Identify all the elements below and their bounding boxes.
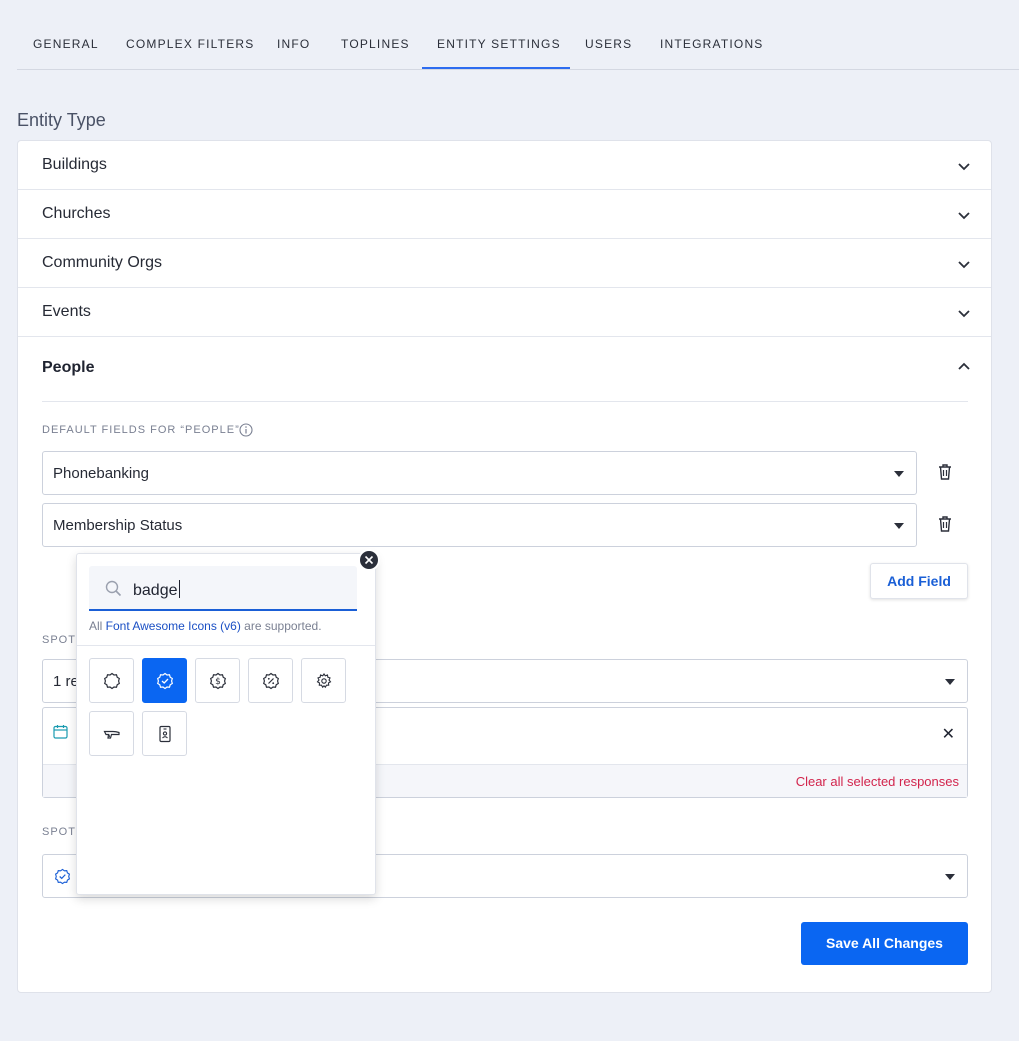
text-cursor [178,580,180,598]
clear-all-responses-link[interactable]: Clear all selected responses [796,774,959,789]
hint-prefix: All [89,619,106,633]
accordion-label: Buildings [42,156,107,173]
caret-down-icon [894,523,904,529]
trash-icon[interactable] [937,515,953,533]
default-fields-label: DEFAULT FIELDS FOR “PEOPLE” [42,424,240,436]
accordion-row-community-orgs[interactable]: Community Orgs [18,239,991,288]
accordion-header-people[interactable]: People [42,359,94,377]
tab-general[interactable]: GENERAL [33,37,99,51]
badge-check-icon [157,672,173,690]
accordion-row-churches[interactable]: Churches [18,190,991,239]
close-popover-button[interactable] [358,549,380,571]
hint-suffix: are supported. [240,619,322,633]
tab-toplines[interactable]: TOPLINES [341,37,410,51]
icon-option-badge-dollar[interactable]: $ [195,658,240,703]
default-field-select-2[interactable]: Membership Status [42,503,917,547]
id-badge-icon [159,725,171,743]
search-value: badge [133,582,178,599]
svg-text:$: $ [215,677,221,687]
icon-option-badge-gear[interactable] [301,658,346,703]
info-icon[interactable] [239,423,253,437]
hand-holding-icon [103,730,120,739]
gear-icon [316,673,332,689]
accordion-label: Events [42,303,91,320]
font-awesome-link[interactable]: Font Awesome Icons (v6) [106,619,241,633]
accordion-label: Churches [42,205,111,222]
certificate-icon [104,672,120,690]
default-field-select-1[interactable]: Phonebanking [42,451,917,495]
select-value: Phonebanking [53,465,149,482]
accordion-row-events[interactable]: Events [18,288,991,337]
chevron-down-icon [958,212,970,220]
chevron-down-icon [958,163,970,171]
tab-integrations[interactable]: INTEGRATIONS [660,37,764,51]
section-title: Entity Type [17,110,106,130]
icon-support-hint: All Font Awesome Icons (v6) are supporte… [89,619,322,633]
active-tab-indicator [422,67,570,69]
save-all-changes-button[interactable]: Save All Changes [801,922,968,965]
icon-option-badge-check[interactable] [142,658,187,703]
badge-dollar-icon: $ [210,672,226,690]
close-icon[interactable]: ✕ [942,724,955,744]
icon-option-hand-holding[interactable] [89,711,134,756]
tab-entity-settings[interactable]: ENTITY SETTINGS [437,37,561,51]
tab-users[interactable]: USERS [585,37,632,51]
accordion-label: Community Orgs [42,254,163,271]
divider [42,401,968,402]
close-icon [364,555,374,565]
tab-info[interactable]: INFO [277,37,310,51]
select-value: 1 re [53,673,79,690]
badge-percent-icon [263,672,279,690]
caret-down-icon [945,679,955,685]
icon-option-badge-percent[interactable] [248,658,293,703]
icon-option-id-badge[interactable] [142,711,187,756]
spotlight-label: SPOTI [42,826,81,838]
spotlight-label: SPOTI [42,634,81,646]
add-field-button[interactable]: Add Field [870,563,968,599]
select-value: Membership Status [53,517,183,534]
divider [77,645,375,646]
caret-down-icon [894,471,904,477]
icon-picker-popover: badge All Font Awesome Icons (v6) are su… [76,553,376,895]
search-icon [105,580,122,597]
icon-search-input[interactable]: badge [89,566,357,611]
tab-complex-filters[interactable]: COMPLEX FILTERS [126,37,254,51]
calendar-icon [53,725,68,739]
caret-down-icon [945,874,955,880]
chevron-up-icon[interactable] [957,360,971,374]
icon-option-certificate[interactable] [89,658,134,703]
badge-check-icon [54,868,71,885]
chevron-down-icon [958,261,970,269]
chevron-down-icon [958,310,970,318]
trash-icon[interactable] [937,463,953,481]
settings-tabs: GENERAL COMPLEX FILTERS INFO TOPLINES EN… [17,0,1019,70]
accordion-row-buildings[interactable]: Buildings [18,141,991,190]
